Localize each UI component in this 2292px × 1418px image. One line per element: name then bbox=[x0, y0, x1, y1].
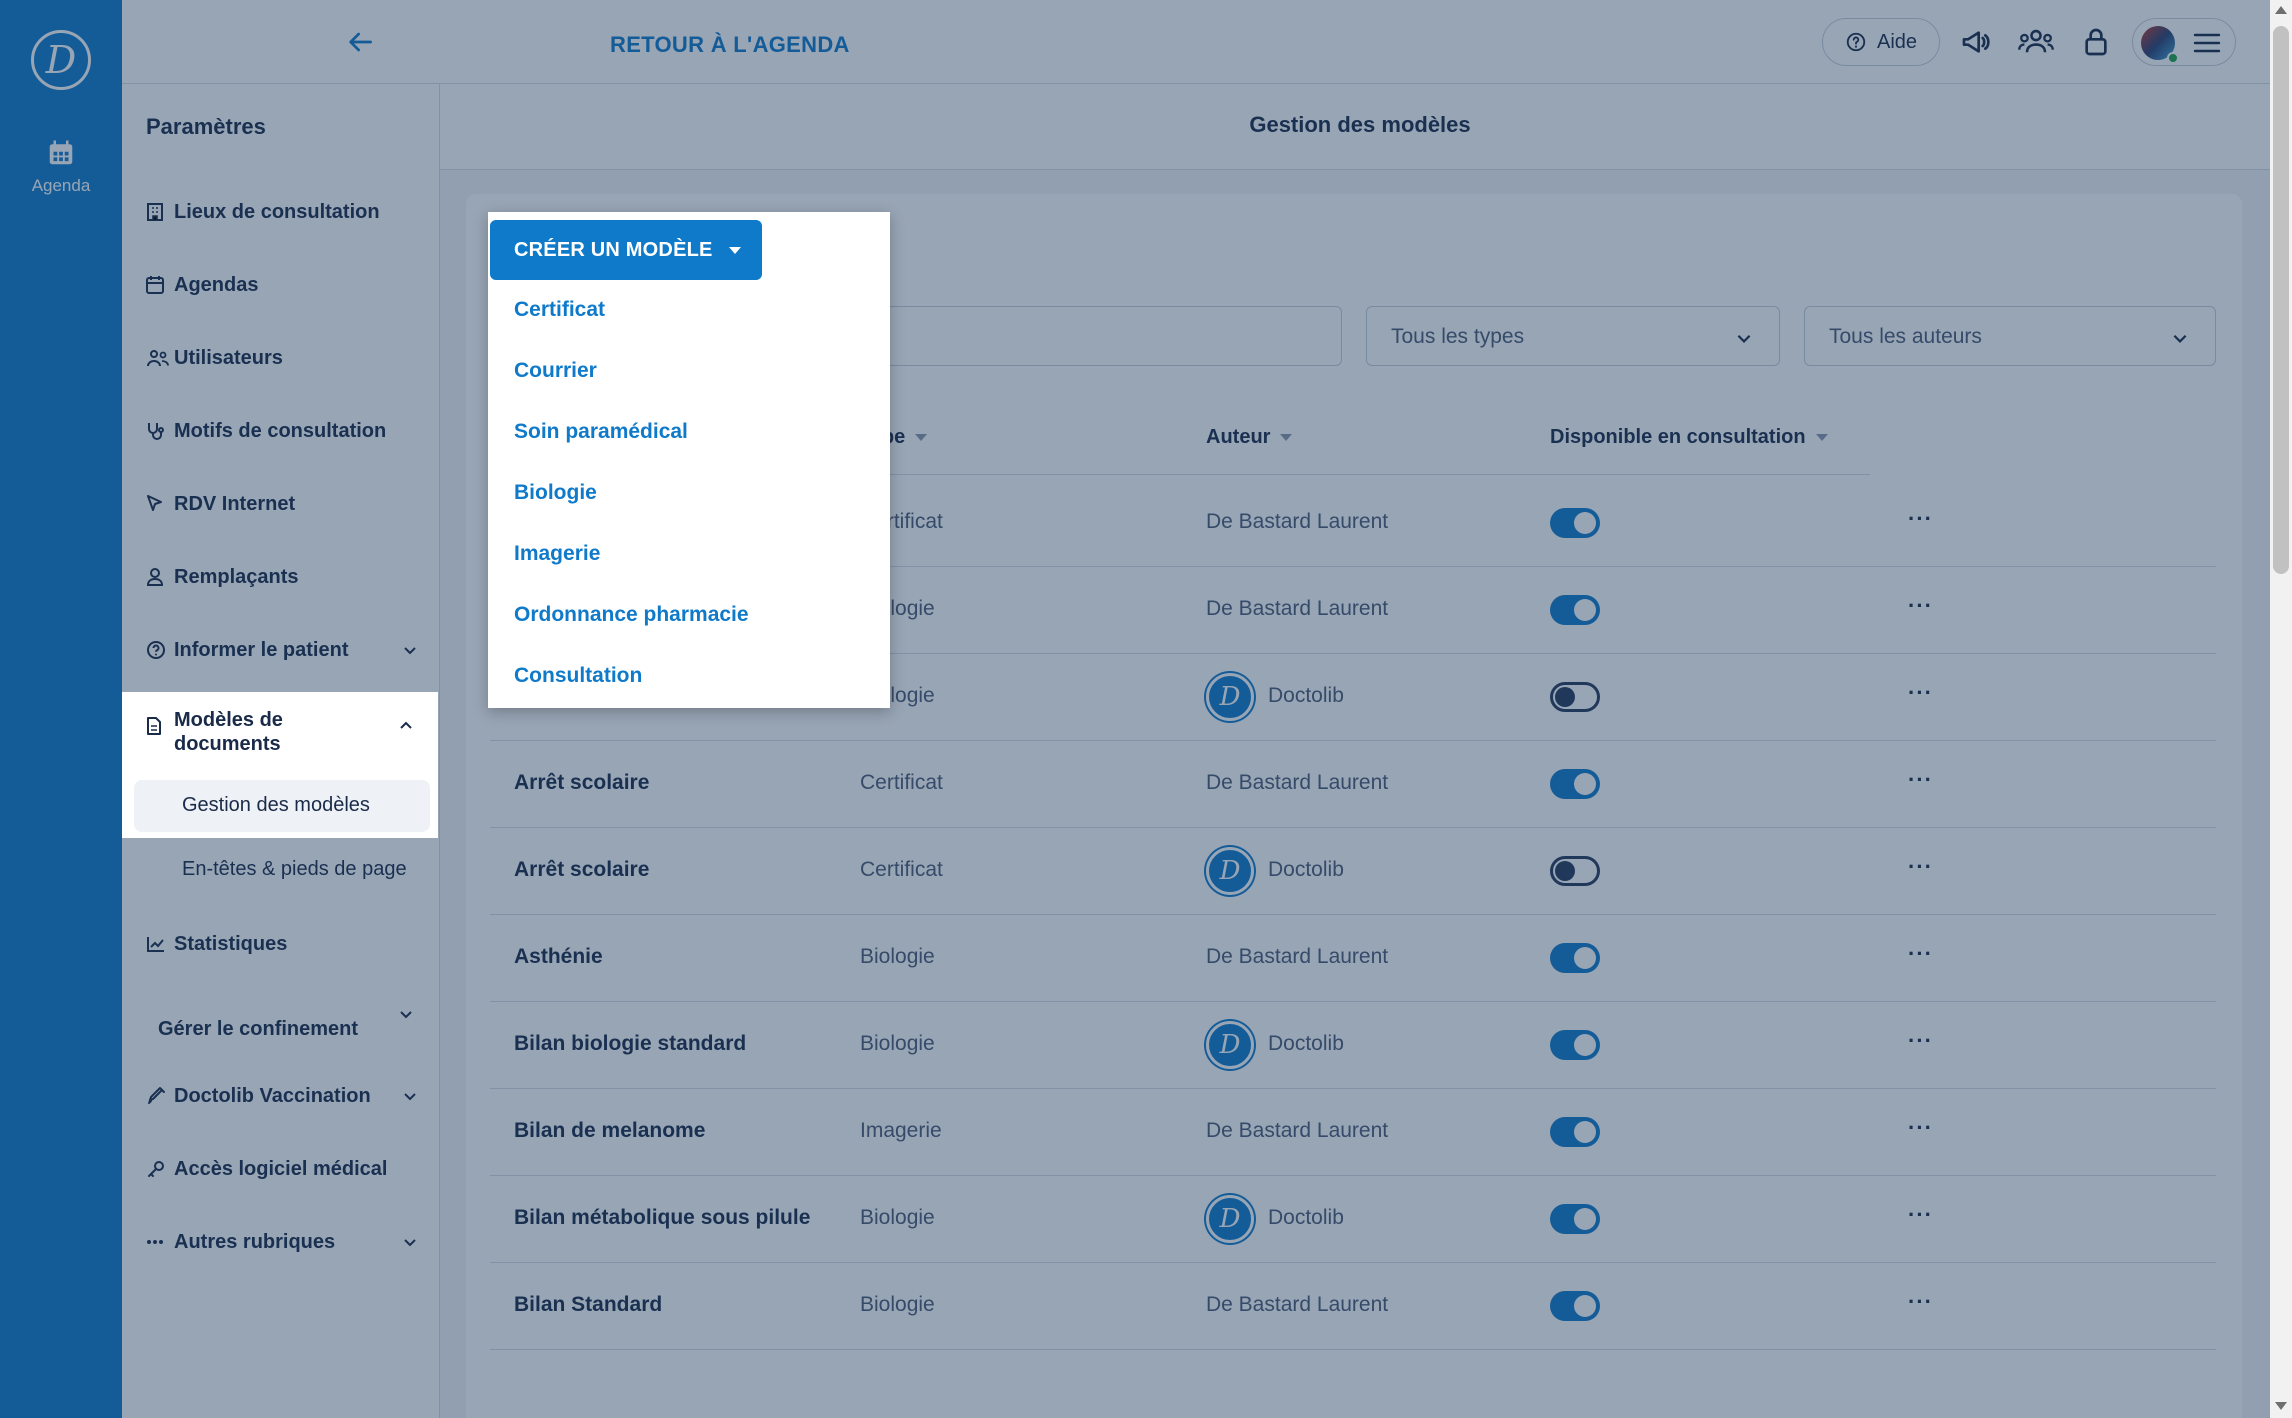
scroll-down-arrow-icon[interactable] bbox=[2275, 1402, 2287, 1410]
scroll-up-arrow-icon[interactable] bbox=[2275, 6, 2287, 14]
dropdown-item-biologie[interactable]: Biologie bbox=[514, 481, 597, 505]
create-model-dropdown: CRÉER UN MODÈLE Certificat Courrier Soin… bbox=[488, 212, 890, 708]
chevron-up-icon bbox=[400, 721, 412, 729]
dropdown-item-ordonnance[interactable]: Ordonnance pharmacie bbox=[514, 603, 749, 627]
document-icon bbox=[146, 708, 174, 756]
sidebar-section-label: Modèles de documents bbox=[174, 709, 283, 755]
create-model-button[interactable]: CRÉER UN MODÈLE bbox=[490, 220, 762, 280]
dropdown-item-certificat[interactable]: Certificat bbox=[514, 298, 605, 322]
dropdown-item-courrier[interactable]: Courrier bbox=[514, 359, 597, 383]
dropdown-item-soin-paramedical[interactable]: Soin paramédical bbox=[514, 420, 688, 444]
dropdown-item-consultation[interactable]: Consultation bbox=[514, 664, 642, 688]
page-scrollbar[interactable] bbox=[2270, 0, 2292, 1418]
sidebar-section-modeles[interactable]: Modèles de documents Gestion des modèles bbox=[122, 692, 438, 838]
scrollbar-thumb[interactable] bbox=[2273, 26, 2289, 574]
caret-down-icon bbox=[728, 246, 741, 254]
sidebar-subitem-gestion[interactable]: Gestion des modèles bbox=[134, 780, 430, 832]
dropdown-item-imagerie[interactable]: Imagerie bbox=[514, 542, 600, 566]
